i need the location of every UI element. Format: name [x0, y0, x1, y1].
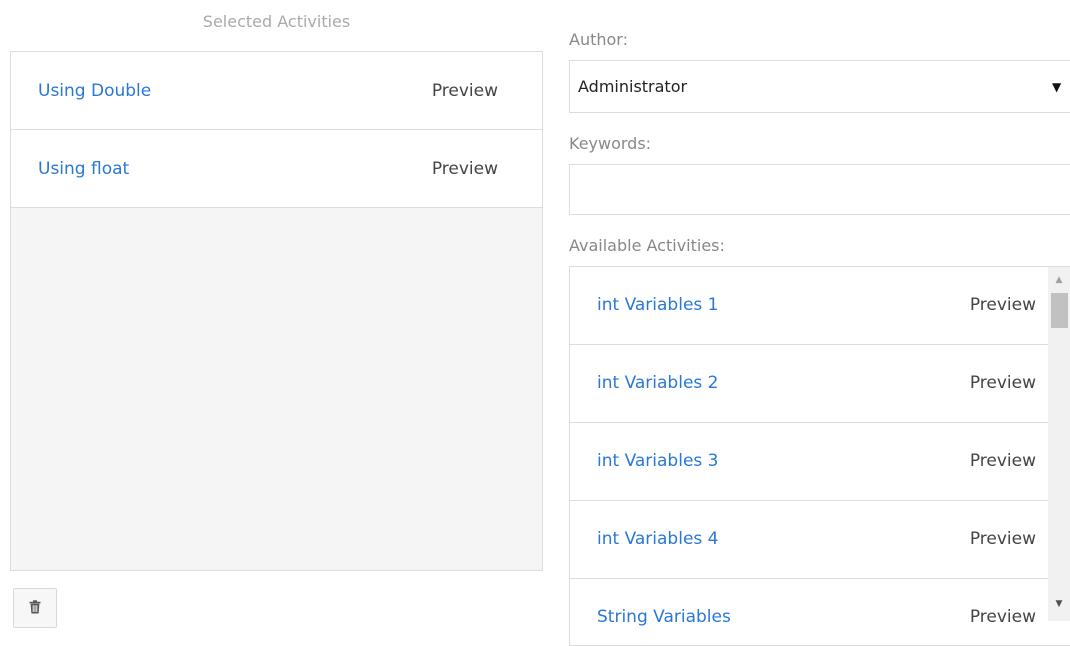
selected-item-preview-link[interactable]: Preview [432, 81, 498, 101]
available-item-name-link[interactable]: int Variables 1 [597, 295, 718, 315]
trash-icon [29, 600, 41, 614]
available-activities-list[interactable]: int Variables 1 Preview int Variables 2 … [569, 266, 1070, 646]
caret-down-icon[interactable]: ▼ [1052, 80, 1061, 94]
selected-activities-title: Selected Activities [202, 12, 351, 31]
available-item-preview-link[interactable]: Preview [970, 373, 1036, 393]
available-item-name-link[interactable]: String Variables [597, 607, 731, 627]
available-item-preview-link[interactable]: Preview [970, 607, 1036, 627]
scroll-down-arrow-icon[interactable]: ▼ [1048, 599, 1070, 609]
keywords-label: Keywords: [569, 134, 652, 153]
available-item-name-link[interactable]: int Variables 2 [597, 373, 718, 393]
scroll-up-arrow-icon[interactable]: ▲ [1048, 275, 1070, 285]
available-item-preview-link[interactable]: Preview [970, 451, 1036, 471]
scrollbar-thumb[interactable] [1051, 293, 1068, 328]
available-item-preview-link[interactable]: Preview [970, 529, 1036, 549]
available-item-preview-link[interactable]: Preview [970, 295, 1036, 315]
available-item[interactable]: int Variables 1 Preview [570, 267, 1048, 345]
selected-activities-list[interactable]: Using Double Preview Using float Preview [10, 51, 543, 571]
available-item[interactable]: int Variables 3 Preview [570, 423, 1048, 501]
selected-item[interactable]: Using Double Preview [11, 52, 542, 130]
selected-item-name-link[interactable]: Using Double [38, 81, 151, 101]
selected-item-preview-link[interactable]: Preview [432, 159, 498, 179]
author-label: Author: [569, 30, 628, 49]
delete-button[interactable] [13, 588, 57, 628]
selected-item-name-link[interactable]: Using float [38, 159, 129, 179]
available-item-name-link[interactable]: int Variables 3 [597, 451, 718, 471]
selected-item[interactable]: Using float Preview [11, 130, 542, 208]
available-activities-label: Available Activities: [569, 236, 725, 255]
keywords-input[interactable] [569, 164, 1070, 215]
available-item[interactable]: int Variables 4 Preview [570, 501, 1048, 579]
available-list-scrollbar[interactable]: ▲ ▼ [1048, 267, 1070, 621]
author-selected-value: Administrator [578, 77, 688, 96]
available-item[interactable]: int Variables 2 Preview [570, 345, 1048, 423]
available-item-name-link[interactable]: int Variables 4 [597, 529, 718, 549]
author-select[interactable]: Administrator [569, 60, 1070, 113]
available-item[interactable]: String Variables Preview [570, 579, 1048, 645]
